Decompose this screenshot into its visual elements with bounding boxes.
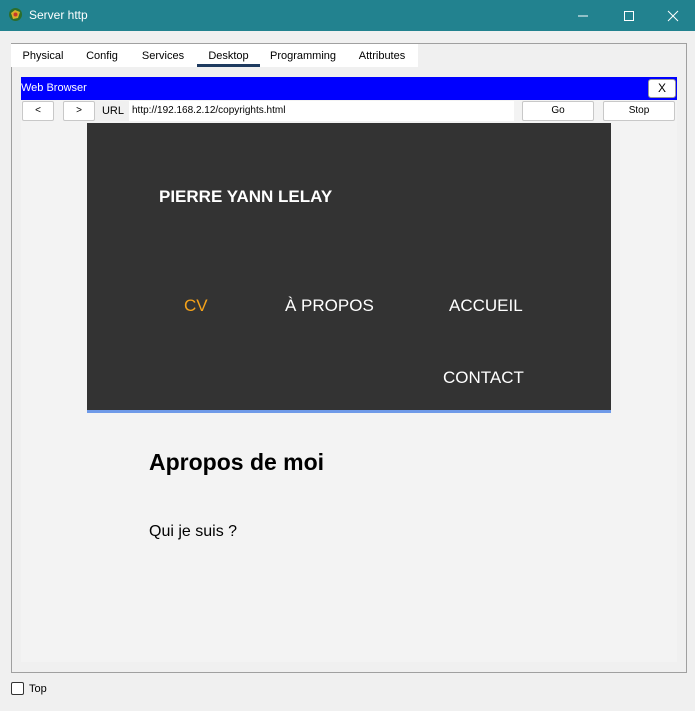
about-subheading: Qui je suis ? xyxy=(149,523,238,540)
maximize-button[interactable] xyxy=(606,0,652,31)
top-checkbox-label: Top xyxy=(29,683,47,695)
nav-link-cv[interactable]: CV xyxy=(184,296,208,316)
tab-config[interactable]: Config xyxy=(75,44,129,67)
tab-desktop[interactable]: Desktop xyxy=(197,44,260,67)
back-button[interactable]: < xyxy=(22,101,54,121)
tab-attributes[interactable]: Attributes xyxy=(346,44,418,67)
minimize-button[interactable] xyxy=(560,0,606,31)
browser-titlebar: Web Browser X xyxy=(21,77,677,100)
browser-close-button[interactable]: X xyxy=(648,79,676,98)
site-header: PIERRE YANN LELAY CV À PROPOS ACCUEIL CO… xyxy=(87,123,611,413)
go-button[interactable]: Go xyxy=(522,101,594,121)
tab-bar: Physical Config Services Desktop Program… xyxy=(11,44,418,67)
tab-programming[interactable]: Programming xyxy=(260,44,346,67)
top-checkbox[interactable] xyxy=(11,682,24,695)
app-icon xyxy=(9,8,22,21)
site-name: PIERRE YANN LELAY xyxy=(159,187,333,206)
window-titlebar: Server http xyxy=(0,0,695,31)
url-label: URL xyxy=(95,101,131,121)
nav-link-accueil[interactable]: ACCUEIL xyxy=(449,296,523,316)
maximize-icon xyxy=(624,11,634,21)
about-heading: Apropos de moi xyxy=(149,449,325,475)
close-window-button[interactable] xyxy=(650,0,695,31)
web-browser-panel: Web Browser X < > URL Go Stop PIERRE YAN… xyxy=(21,77,677,662)
minimize-icon xyxy=(578,15,588,17)
close-icon xyxy=(667,10,679,22)
window-title: Server http xyxy=(29,8,88,22)
browser-title: Web Browser xyxy=(21,82,87,94)
url-input[interactable] xyxy=(129,101,514,121)
nav-link-contact[interactable]: CONTACT xyxy=(443,368,524,388)
nav-link-apropos[interactable]: À PROPOS xyxy=(285,296,374,316)
stop-button[interactable]: Stop xyxy=(603,101,675,121)
tab-services[interactable]: Services xyxy=(129,44,197,67)
forward-button[interactable]: > xyxy=(63,101,95,121)
tab-physical[interactable]: Physical xyxy=(11,44,75,67)
page-viewport: PIERRE YANN LELAY CV À PROPOS ACCUEIL CO… xyxy=(21,123,677,662)
